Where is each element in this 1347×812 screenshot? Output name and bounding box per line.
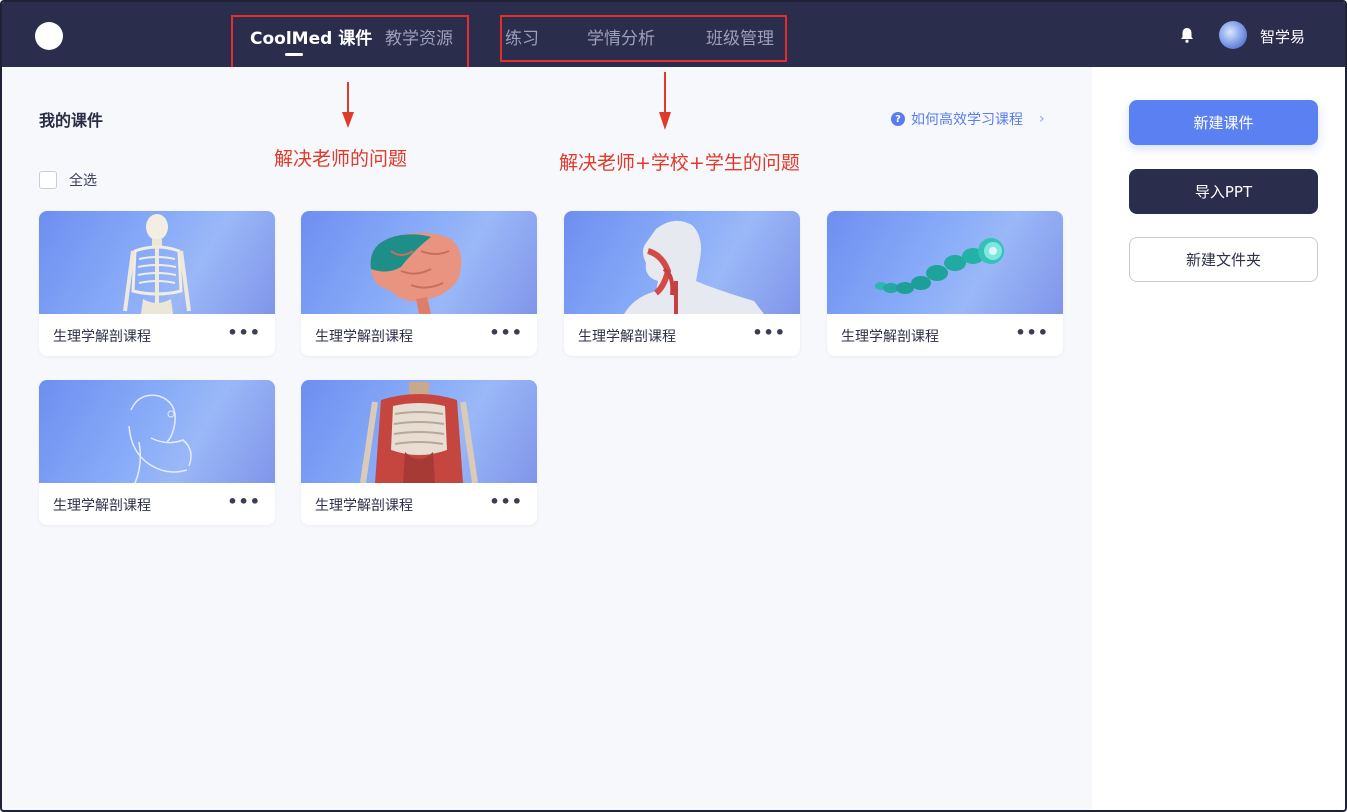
question-icon: ? [891, 112, 905, 126]
username[interactable]: 智学易 [1260, 26, 1305, 47]
more-options-icon[interactable]: ••• [489, 323, 523, 342]
course-card-title: 生理学解剖课程 [53, 329, 151, 345]
course-card[interactable]: 生理学解剖课程 ••• [301, 380, 537, 525]
highlight-box-right [500, 15, 787, 62]
course-card[interactable]: 生理学解剖课程 ••• [564, 211, 800, 356]
more-options-icon[interactable]: ••• [227, 492, 261, 511]
course-thumbnail-outline-figure [39, 380, 275, 483]
annotation-arrow-right [659, 72, 671, 130]
course-thumbnail-molecule-chain [827, 211, 1063, 314]
import-ppt-button[interactable]: 导入PPT [1129, 169, 1318, 214]
new-course-button[interactable]: 新建课件 [1129, 100, 1318, 145]
annotation-left-text: 解决老师的问题 [274, 148, 408, 170]
course-card-title: 生理学解剖课程 [315, 498, 413, 514]
help-link-label: 如何高效学习课程 [911, 112, 1023, 128]
logo[interactable] [35, 22, 63, 50]
course-thumbnail-torso [301, 380, 537, 483]
course-card-title: 生理学解剖课程 [578, 329, 676, 345]
course-card[interactable]: 生理学解剖课程 ••• [39, 211, 275, 356]
annotation-arrow-left [342, 82, 354, 128]
course-card-title: 生理学解剖课程 [841, 329, 939, 345]
course-thumbnail-skeleton [39, 211, 275, 314]
more-options-icon[interactable]: ••• [227, 323, 261, 342]
avatar[interactable] [1219, 21, 1247, 49]
annotation-right-text: 解决老师+学校+学生的问题 [559, 152, 800, 174]
help-link[interactable]: ? 如何高效学习课程 › [891, 109, 1045, 129]
app-window: CoolMed 课件 教学资源 练习 学情分析 班级管理 智学易 我的课件 ? … [0, 0, 1347, 812]
course-thumbnail-brain [301, 211, 537, 314]
course-card-title: 生理学解剖课程 [53, 498, 151, 514]
more-options-icon[interactable]: ••• [489, 492, 523, 511]
highlight-box-left [231, 15, 469, 72]
course-thumbnail-head-section [564, 211, 800, 314]
select-all[interactable]: 全选 [39, 170, 97, 190]
top-nav-bar: CoolMed 课件 教学资源 练习 学情分析 班级管理 智学易 [2, 2, 1345, 72]
new-folder-button[interactable]: 新建文件夹 [1129, 237, 1318, 282]
more-options-icon[interactable]: ••• [752, 323, 786, 342]
section-title: 我的课件 [39, 111, 104, 130]
more-options-icon[interactable]: ••• [1015, 323, 1049, 342]
course-card[interactable]: 生理学解剖课程 ••• [301, 211, 537, 356]
course-card[interactable]: 生理学解剖课程 ••• [39, 380, 275, 525]
select-all-label: 全选 [69, 173, 97, 189]
course-card[interactable]: 生理学解剖课程 ••• [827, 211, 1063, 356]
select-all-checkbox[interactable] [39, 171, 57, 189]
course-card-title: 生理学解剖课程 [315, 329, 413, 345]
bell-icon[interactable] [1178, 26, 1196, 44]
chevron-right-icon: › [1039, 111, 1045, 127]
